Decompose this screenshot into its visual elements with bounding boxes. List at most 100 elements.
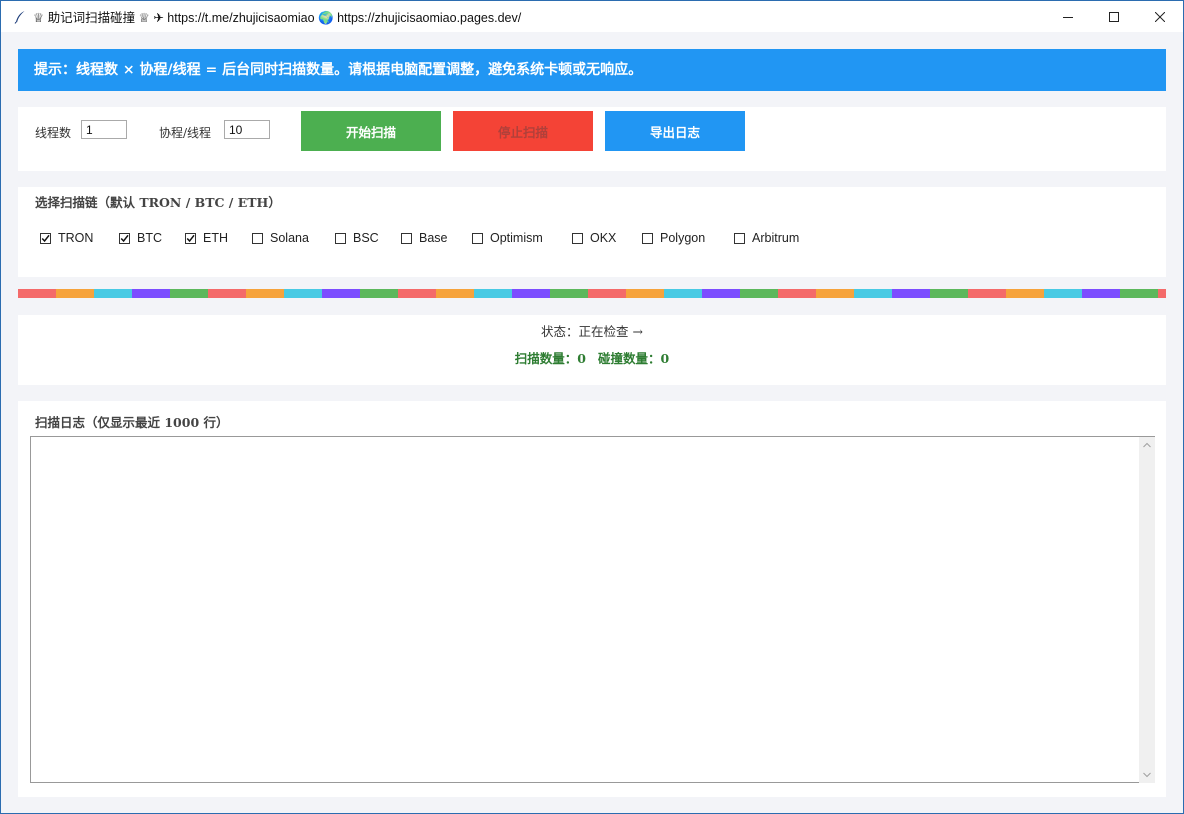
chevron-up-icon <box>1143 442 1151 448</box>
checkbox-checked-icon[interactable] <box>119 232 130 244</box>
chain-option-label: Polygon <box>660 231 706 245</box>
stripe-segment <box>436 289 474 298</box>
checkbox-unchecked-icon[interactable] <box>642 232 653 244</box>
chain-option-label: BTC <box>137 231 162 245</box>
stripe-segment <box>94 289 132 298</box>
chain-option-base[interactable]: Base <box>401 231 448 245</box>
scan-count-value: 0 <box>577 351 586 366</box>
stripe-segment <box>360 289 398 298</box>
checkbox-unchecked-icon[interactable] <box>572 232 583 244</box>
stripe-segment <box>930 289 968 298</box>
stripe-segment <box>170 289 208 298</box>
threads-input[interactable] <box>81 120 127 139</box>
coroutines-input[interactable] <box>224 120 270 139</box>
chain-option-tron[interactable]: TRON <box>40 231 93 245</box>
counts-row: 扫描数量：0 碰撞数量：0 <box>18 348 1166 367</box>
log-title: 扫描日志（仅显示最近 1000 行） <box>35 415 229 430</box>
stripe-segment <box>892 289 930 298</box>
scan-count: 扫描数量：0 <box>515 351 586 366</box>
chain-option-arbitrum[interactable]: Arbitrum <box>734 231 799 245</box>
chain-option-label: TRON <box>58 231 94 245</box>
controls-panel: 线程数 协程/线程 开始扫描 停止扫描 导出日志 <box>18 107 1166 171</box>
stripe-segment <box>512 289 550 298</box>
log-textarea[interactable] <box>30 436 1154 783</box>
title-bar[interactable]: ♕ 助记词扫描碰撞 ♕ ✈ https://t.me/zhujicisaomia… <box>1 1 1183 32</box>
stripe-segment <box>740 289 778 298</box>
stripe-segment <box>1006 289 1044 298</box>
stripe-segment <box>1044 289 1082 298</box>
hit-count-label: 碰撞数量： <box>598 351 661 366</box>
chain-select-panel: 选择扫描链（默认 TRON / BTC / ETH） TRON BTC ETH Sol… <box>18 187 1166 277</box>
stripe-segment <box>550 289 588 298</box>
stripe-segment <box>1158 289 1166 298</box>
checkbox-unchecked-icon[interactable] <box>252 232 263 244</box>
chain-option-eth[interactable]: ETH <box>185 231 228 245</box>
hit-count: 碰撞数量：0 <box>598 351 669 366</box>
checkbox-unchecked-icon[interactable] <box>472 232 483 244</box>
minimize-button[interactable] <box>1045 1 1091 32</box>
stripe-segment <box>664 289 702 298</box>
close-button[interactable] <box>1137 1 1183 32</box>
chain-option-label: Base <box>419 231 448 245</box>
stripe-segment <box>968 289 1006 298</box>
log-panel: 扫描日志（仅显示最近 1000 行） <box>18 401 1166 797</box>
scroll-down-arrow[interactable] <box>1139 767 1155 783</box>
chain-option-label: Optimism <box>490 231 543 245</box>
chain-option-label: Arbitrum <box>752 231 800 245</box>
status-text: 状态：正在检查 → <box>541 324 643 339</box>
maximize-button[interactable] <box>1091 1 1137 32</box>
chain-option-btc[interactable]: BTC <box>119 231 162 245</box>
checkbox-unchecked-icon[interactable] <box>734 232 745 244</box>
scroll-up-arrow[interactable] <box>1139 437 1155 453</box>
stripe-segment <box>702 289 740 298</box>
chain-list: TRON BTC ETH Solana BSC Base Optimism OKX Polygo… <box>18 231 1166 249</box>
stripe-segment <box>208 289 246 298</box>
chain-select-title: 选择扫描链（默认 TRON / BTC / ETH） <box>35 195 281 210</box>
checkbox-unchecked-icon[interactable] <box>335 232 346 244</box>
stop-scan-button[interactable]: 停止扫描 <box>453 111 593 151</box>
start-scan-button[interactable]: 开始扫描 <box>301 111 441 151</box>
export-log-button[interactable]: 导出日志 <box>605 111 745 151</box>
stripe-segment <box>398 289 436 298</box>
threads-label: 线程数 <box>35 126 72 140</box>
stripe-segment <box>1120 289 1158 298</box>
chain-option-label: OKX <box>590 231 617 245</box>
stripe-segment <box>132 289 170 298</box>
tip-banner: 提示：线程数 × 协程/线程 = 后台同时扫描数量。请根据电脑配置调整，避免系统… <box>18 49 1166 91</box>
scan-count-label: 扫描数量： <box>514 351 578 366</box>
stripe-segment <box>246 289 284 298</box>
chain-option-optimism[interactable]: Optimism <box>472 231 543 245</box>
stripe-segment <box>1082 289 1120 298</box>
app-window: ♕ 助记词扫描碰撞 ♕ ✈ https://t.me/zhujicisaomia… <box>0 0 1184 814</box>
chain-option-solana[interactable]: Solana <box>252 231 309 245</box>
log-scrollbar[interactable] <box>1139 436 1155 783</box>
chain-option-label: BSC <box>353 231 379 245</box>
close-icon <box>1155 11 1165 22</box>
feather-icon <box>13 10 27 24</box>
stripe-segment <box>816 289 854 298</box>
coroutines-label: 协程/线程 <box>159 126 212 140</box>
checkbox-unchecked-icon[interactable] <box>401 232 412 244</box>
chain-option-label: ETH <box>203 231 228 245</box>
minimize-icon <box>1063 16 1073 18</box>
color-stripe-divider <box>18 289 1166 298</box>
chain-option-bsc[interactable]: BSC <box>335 231 379 245</box>
stripe-segment <box>626 289 664 298</box>
main-content: 提示：线程数 × 协程/线程 = 后台同时扫描数量。请根据电脑配置调整，避免系统… <box>1 32 1183 813</box>
stripe-segment <box>778 289 816 298</box>
checkbox-checked-icon[interactable] <box>185 232 196 244</box>
status-panel: 状态：正在检查 → 扫描数量：0 碰撞数量：0 <box>18 315 1166 385</box>
stripe-segment <box>588 289 626 298</box>
stripe-segment <box>474 289 512 298</box>
chain-option-okx[interactable]: OKX <box>572 231 616 245</box>
stripe-segment <box>56 289 94 298</box>
stripe-segment <box>284 289 322 298</box>
checkbox-checked-icon[interactable] <box>40 232 51 244</box>
stripe-segment <box>854 289 892 298</box>
chain-option-polygon[interactable]: Polygon <box>642 231 705 245</box>
chain-option-label: Solana <box>270 231 309 245</box>
stripe-segment <box>18 289 56 298</box>
maximize-icon <box>1109 11 1119 22</box>
chevron-down-icon <box>1143 772 1151 778</box>
stripe-segment <box>322 289 360 298</box>
